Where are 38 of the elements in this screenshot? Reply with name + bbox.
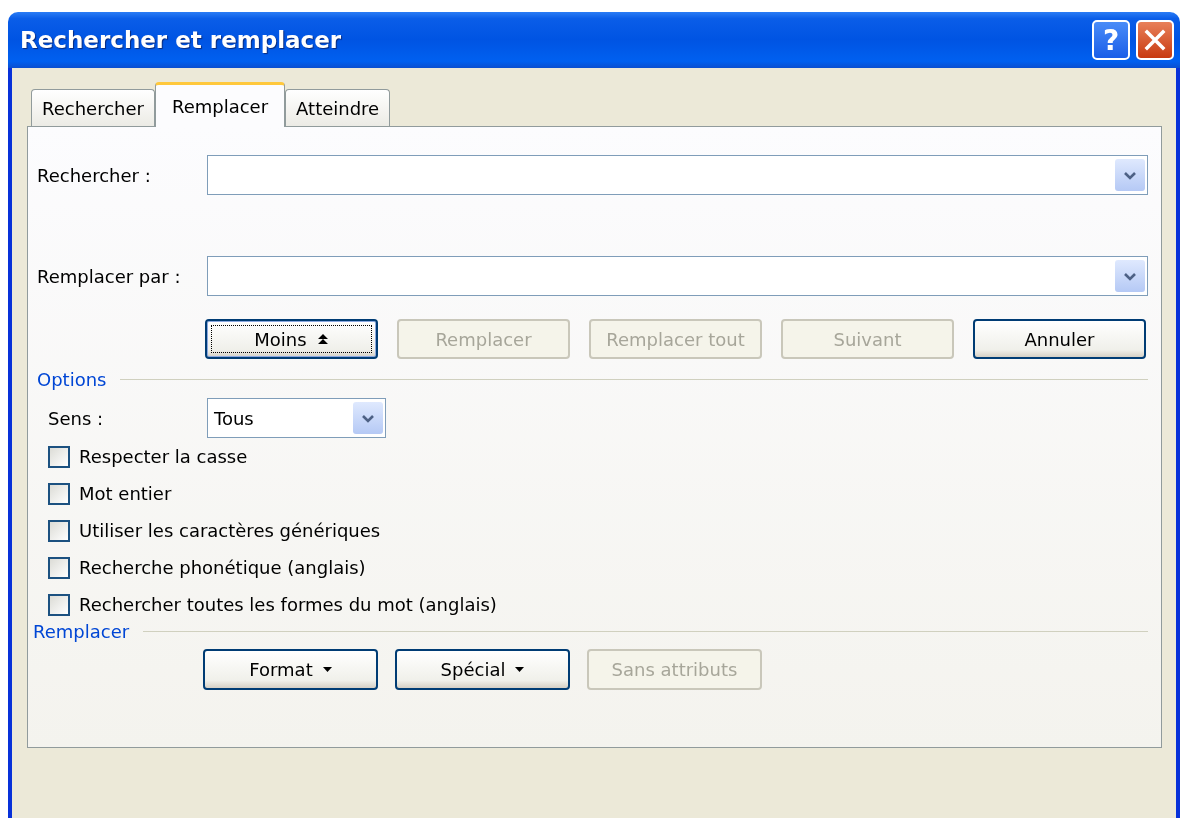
section-heading: Options [37, 369, 107, 390]
checkbox-label[interactable]: Recherche phonétique (anglais) [79, 557, 366, 578]
checkbox[interactable] [48, 519, 70, 542]
dropdown-button[interactable] [1115, 159, 1145, 191]
window-title: Rechercher et remplacer [20, 27, 343, 53]
tab[interactable]: Rechercher [31, 89, 155, 126]
chevron-down-icon [1123, 169, 1137, 181]
menu-button[interactable]: Spécial [395, 649, 570, 690]
checkbox[interactable] [48, 482, 70, 505]
dropdown-button[interactable] [1115, 260, 1145, 292]
checkbox-label[interactable]: Rechercher toutes les formes du mot (anglais) [79, 594, 497, 615]
checkbox-label[interactable]: Mot entier [79, 483, 172, 504]
button[interactable]: Annuler [973, 319, 1146, 359]
menu-button[interactable]: Format [203, 649, 378, 690]
section-heading: Remplacer [33, 621, 130, 642]
caret-icon [322, 667, 332, 672]
close-button[interactable] [1136, 20, 1174, 60]
button[interactable]: Moins [205, 319, 378, 359]
help-button[interactable]: ? [1092, 20, 1130, 60]
combo-field[interactable] [207, 256, 1148, 296]
tab[interactable]: Atteindre [285, 89, 391, 126]
checkbox-label[interactable]: Respecter la casse [79, 446, 248, 467]
combo-field[interactable] [207, 155, 1148, 195]
field-label: Sens : [48, 407, 105, 429]
chevron-down-icon [1123, 270, 1137, 282]
dropdown-field[interactable]: Tous [207, 398, 386, 438]
dropdown-button[interactable] [353, 402, 383, 434]
checkbox-label[interactable]: Utiliser les caractères génériques [79, 520, 381, 541]
field-label: Rechercher : [37, 164, 152, 186]
tab[interactable]: Remplacer [154, 82, 286, 127]
checkbox[interactable] [48, 445, 70, 468]
caret-icon [515, 667, 525, 672]
close-icon [1144, 29, 1166, 51]
chevron-down-icon [361, 412, 375, 424]
checkbox[interactable] [48, 556, 70, 579]
checkbox[interactable] [48, 593, 70, 616]
field-label: Remplacer par : [37, 265, 182, 287]
double-up-arrow-icon [316, 333, 329, 345]
